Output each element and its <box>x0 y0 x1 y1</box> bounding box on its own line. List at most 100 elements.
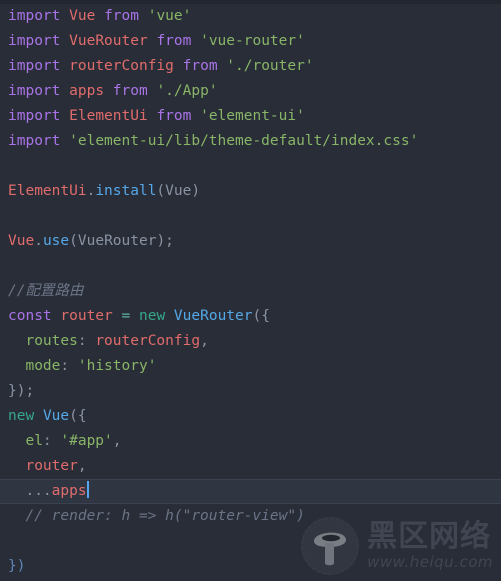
code-content-area[interactable]: import Vue from 'vue' import VueRouter fr… <box>0 4 501 581</box>
code-token: './App' <box>156 83 218 99</box>
code-token: ( <box>69 233 78 249</box>
code-token: Vue <box>8 233 35 249</box>
code-line[interactable] <box>0 254 501 279</box>
code-token: import <box>8 8 61 24</box>
code-token: from <box>156 33 192 49</box>
code-token: Vue <box>42 408 70 424</box>
code-line[interactable]: el: '#app', <box>0 429 501 454</box>
code-token: // render: h => h("router-view") <box>8 508 305 524</box>
code-line[interactable] <box>0 529 501 554</box>
code-token: import <box>8 133 61 149</box>
code-token: import <box>8 83 61 99</box>
code-token: apps <box>51 483 87 499</box>
code-token: . <box>34 233 43 249</box>
code-token: ElementUi <box>8 183 87 199</box>
code-token: , <box>200 333 209 349</box>
code-line[interactable]: ElementUi.install(Vue) <box>0 179 501 204</box>
code-line[interactable]: // render: h => h("router-view") <box>0 504 501 529</box>
code-token: apps <box>69 83 105 99</box>
code-token: new <box>8 408 35 424</box>
code-line[interactable]: import 'element-ui/lib/theme-default/ind… <box>0 129 501 154</box>
code-token: from <box>156 108 192 124</box>
code-token: ({ <box>252 308 270 324</box>
code-token: 'history' <box>77 358 157 374</box>
code-token: install <box>95 183 157 199</box>
text-cursor <box>86 481 89 498</box>
code-token: '#app' <box>60 433 113 449</box>
code-token: VueRouter <box>69 33 148 49</box>
code-token: from <box>104 8 139 24</box>
code-token: from <box>112 83 148 99</box>
code-token: el <box>8 433 43 449</box>
code-token: VueRouter <box>77 233 157 249</box>
code-line[interactable]: routes: routerConfig, <box>0 329 501 354</box>
code-token: : <box>77 333 96 349</box>
code-token: use <box>42 233 70 249</box>
code-token: './router' <box>226 58 314 74</box>
code-token: Vue <box>165 183 192 199</box>
code-line[interactable]: }); <box>0 379 501 404</box>
code-line[interactable]: import ElementUi from 'element-ui' <box>0 104 501 129</box>
code-line[interactable]: }) <box>0 554 501 579</box>
code-line[interactable]: ...apps <box>0 479 501 504</box>
code-token: import <box>8 108 61 124</box>
code-line[interactable]: Vue.use(VueRouter); <box>0 229 501 254</box>
code-line[interactable]: const router = new VueRouter({ <box>0 304 501 329</box>
code-token: : <box>42 433 61 449</box>
code-token: = <box>121 308 131 324</box>
code-token: 'vue-router' <box>200 33 305 49</box>
code-line[interactable] <box>0 204 501 229</box>
code-line[interactable]: import apps from './App' <box>0 79 501 104</box>
code-token: Vue <box>69 8 96 24</box>
code-token: import <box>8 33 61 49</box>
code-line[interactable]: //配置路由 <box>0 279 501 304</box>
code-token: . <box>86 183 96 199</box>
code-token: new <box>138 308 166 324</box>
code-token: router <box>8 458 78 474</box>
code-token: }); <box>8 383 35 399</box>
code-line[interactable]: import Vue from 'vue' <box>0 4 501 29</box>
code-editor[interactable]: import Vue from 'vue' import VueRouter fr… <box>0 0 501 581</box>
code-token: , <box>112 433 122 449</box>
code-token: ... <box>8 483 52 499</box>
code-token: ({ <box>69 408 87 424</box>
code-line[interactable]: router, <box>0 454 501 479</box>
code-token: import <box>8 58 61 74</box>
code-line[interactable]: mode: 'history' <box>0 354 501 379</box>
code-token: ) <box>191 183 201 199</box>
code-token: ElementUi <box>69 108 148 124</box>
code-line[interactable] <box>0 154 501 179</box>
code-token: from <box>182 58 218 74</box>
code-line[interactable]: import VueRouter from 'vue-router' <box>0 29 501 54</box>
code-token: routes <box>8 333 78 349</box>
code-token: }) <box>8 558 26 574</box>
code-token: , <box>77 458 87 474</box>
code-token: 'element-ui/lib/theme-default/index.css' <box>69 133 419 149</box>
code-token: router <box>60 308 113 324</box>
code-token: const <box>8 308 52 324</box>
code-token: ); <box>156 233 174 249</box>
code-token: routerConfig <box>69 58 174 74</box>
code-line[interactable]: import routerConfig from './router' <box>0 54 501 79</box>
code-token: : <box>60 358 78 374</box>
code-token: 'element-ui' <box>200 108 305 124</box>
code-token: VueRouter <box>173 308 253 324</box>
code-line[interactable]: new Vue({ <box>0 404 501 429</box>
code-token: mode <box>8 358 61 374</box>
code-token: //配置路由 <box>8 283 84 299</box>
